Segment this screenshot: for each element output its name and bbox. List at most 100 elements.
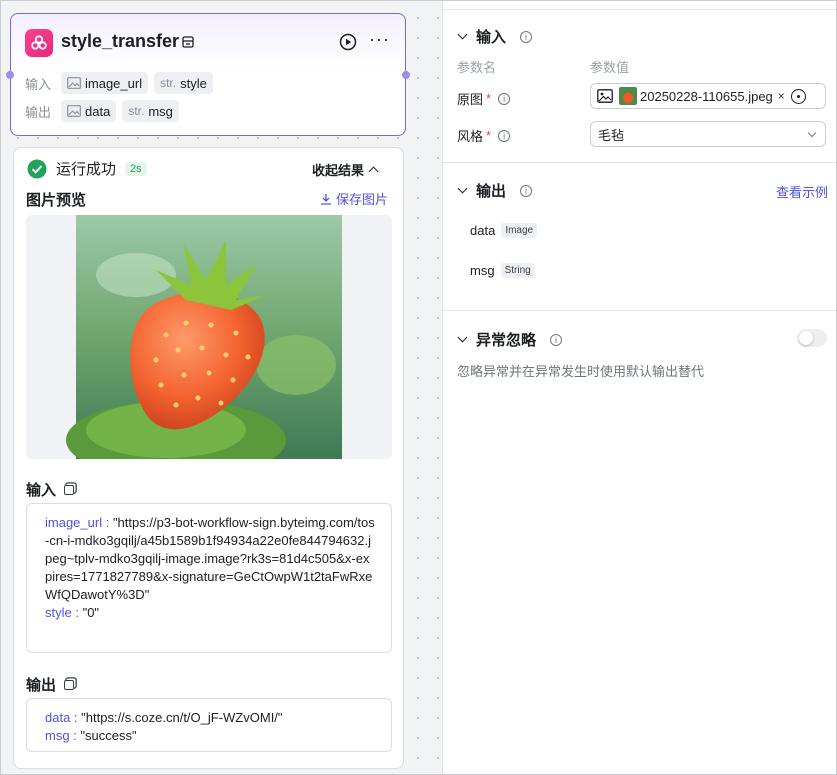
field-label-source-image: 原图 * i xyxy=(457,89,511,108)
col-param-name: 参数名 xyxy=(457,60,497,75)
json-key: data xyxy=(45,710,71,725)
input-chip-label: image_url xyxy=(85,75,143,91)
image-preview[interactable] xyxy=(26,215,392,459)
chevron-down-icon xyxy=(807,128,817,137)
run-result-card: 运行成功 2s 收起结果 图片预览 保存图片 输入 image_url: "h… xyxy=(13,147,404,769)
type-prefix: str. xyxy=(160,76,177,90)
input-section-title: 输入 xyxy=(476,29,507,46)
json-value: "https://s.coze.cn/t/O_jF-WZvOMI/" xyxy=(81,710,283,725)
output-json: data : "https://s.coze.cn/t/O_jF-WZvOMI/… xyxy=(26,698,392,752)
copy-icon[interactable] xyxy=(64,484,75,495)
collapse-label: 收起结果 xyxy=(312,163,365,178)
image-icon xyxy=(67,105,81,117)
input-title: 输入 xyxy=(26,479,75,500)
node-outputs-row: 输出 data str. msg xyxy=(25,100,179,122)
input-section-header[interactable]: 输入 i xyxy=(457,26,533,47)
view-example-link[interactable]: 查看示例 xyxy=(776,182,828,201)
chevron-down-icon[interactable] xyxy=(457,332,468,343)
info-icon[interactable]: i xyxy=(520,184,533,197)
status-text: 运行成功 xyxy=(56,161,117,178)
required-mark: * xyxy=(486,128,492,143)
outputs-label: 输出 xyxy=(25,104,52,120)
remove-file-icon[interactable]: × xyxy=(778,89,785,103)
output-chip-msg: str. msg xyxy=(122,100,179,122)
output-port[interactable] xyxy=(402,71,410,79)
success-check-icon xyxy=(27,159,47,178)
node-title: style_transfer xyxy=(61,31,180,51)
output-item-data: data Image xyxy=(470,223,538,238)
style-selected-value: 毛毡 xyxy=(598,127,625,143)
duration-badge: 2s xyxy=(125,161,147,176)
json-key: style xyxy=(45,605,72,620)
input-chip-label: style xyxy=(180,75,207,91)
exception-section-header[interactable]: 异常忽略 i xyxy=(457,329,563,350)
chevron-up-icon xyxy=(368,166,379,177)
json-value: "success" xyxy=(80,728,137,743)
json-key: msg xyxy=(45,728,70,743)
save-image-button[interactable]: 保存图片 xyxy=(320,189,388,208)
exception-description: 忽略异常并在异常发生时使用默认输出替代 xyxy=(457,364,705,379)
output-chip-label: msg xyxy=(148,103,173,119)
chevron-down-icon[interactable] xyxy=(457,29,468,40)
output-name: data xyxy=(470,223,496,238)
divider xyxy=(443,310,836,311)
node-inputs-row: 输入 image_url str. style xyxy=(25,72,213,94)
field-label-text: 原图 xyxy=(457,92,484,107)
strawberry-image xyxy=(66,215,342,459)
output-title: 输出 xyxy=(26,674,75,695)
input-title-text: 输入 xyxy=(26,482,57,499)
json-key: image_url xyxy=(45,515,103,530)
image-thumbnail xyxy=(619,87,637,105)
run-status: 运行成功 2s xyxy=(27,158,147,179)
image-icon xyxy=(67,77,81,89)
input-chip-image-url: image_url xyxy=(61,72,149,94)
run-node-button[interactable] xyxy=(339,33,357,54)
plugin-icon xyxy=(25,29,53,57)
node-config-panel: 输入 i 参数名 参数值 原图 * i 20250228-110655.jpeg … xyxy=(442,1,836,774)
required-mark: * xyxy=(486,91,492,106)
style-select[interactable]: 毛毡 xyxy=(590,121,826,147)
type-prefix: str. xyxy=(128,104,145,118)
chevron-down-icon[interactable] xyxy=(457,183,468,194)
workflow-editor: style_transfer ··· 输入 image_url str. sty… xyxy=(0,0,837,775)
divider xyxy=(443,9,836,10)
preview-title-text: 图片预览 xyxy=(26,192,87,209)
source-image-field[interactable]: 20250228-110655.jpeg × xyxy=(590,83,826,109)
image-icon xyxy=(597,89,613,103)
collapse-results-button[interactable]: 收起结果 xyxy=(312,160,379,179)
output-chip-label: data xyxy=(85,103,111,119)
output-name: msg xyxy=(470,263,495,278)
style-transfer-node[interactable]: style_transfer ··· 输入 image_url str. sty… xyxy=(6,13,410,136)
input-json: image_url : "https://p3-bot-workflow-sig… xyxy=(26,503,392,653)
output-type-tag: String xyxy=(500,263,535,278)
output-title-text: 输出 xyxy=(26,677,57,694)
info-icon[interactable]: i xyxy=(498,92,511,105)
exception-toggle[interactable] xyxy=(797,329,827,347)
more-options-button[interactable]: ··· xyxy=(369,30,390,48)
download-icon xyxy=(321,193,331,205)
info-icon[interactable]: i xyxy=(520,30,533,43)
output-section-title: 输出 xyxy=(476,183,507,200)
file-name: 20250228-110655.jpeg xyxy=(640,88,773,104)
store-icon xyxy=(181,35,195,52)
divider xyxy=(443,162,836,163)
inputs-label: 输入 xyxy=(25,76,52,92)
info-icon[interactable]: i xyxy=(550,333,563,346)
workflow-canvas[interactable]: style_transfer ··· 输入 image_url str. sty… xyxy=(1,1,442,774)
toggle-knob xyxy=(799,331,813,345)
col-param-value: 参数值 xyxy=(590,60,630,75)
output-item-msg: msg String xyxy=(470,263,535,278)
field-label-style: 风格 * i xyxy=(457,126,511,145)
field-label-text: 风格 xyxy=(457,129,484,144)
info-icon[interactable]: i xyxy=(498,129,511,142)
save-image-label: 保存图片 xyxy=(336,192,389,207)
output-section-header[interactable]: 输出 i xyxy=(457,180,533,201)
preview-title: 图片预览 xyxy=(26,189,86,210)
input-chip-style: str. style xyxy=(154,72,213,94)
copy-icon[interactable] xyxy=(64,679,75,690)
variable-picker-icon[interactable] xyxy=(790,88,806,104)
input-port[interactable] xyxy=(6,71,14,79)
output-chip-data: data xyxy=(61,100,117,122)
output-type-tag: Image xyxy=(501,223,538,238)
exception-section-title: 异常忽略 xyxy=(476,332,537,349)
